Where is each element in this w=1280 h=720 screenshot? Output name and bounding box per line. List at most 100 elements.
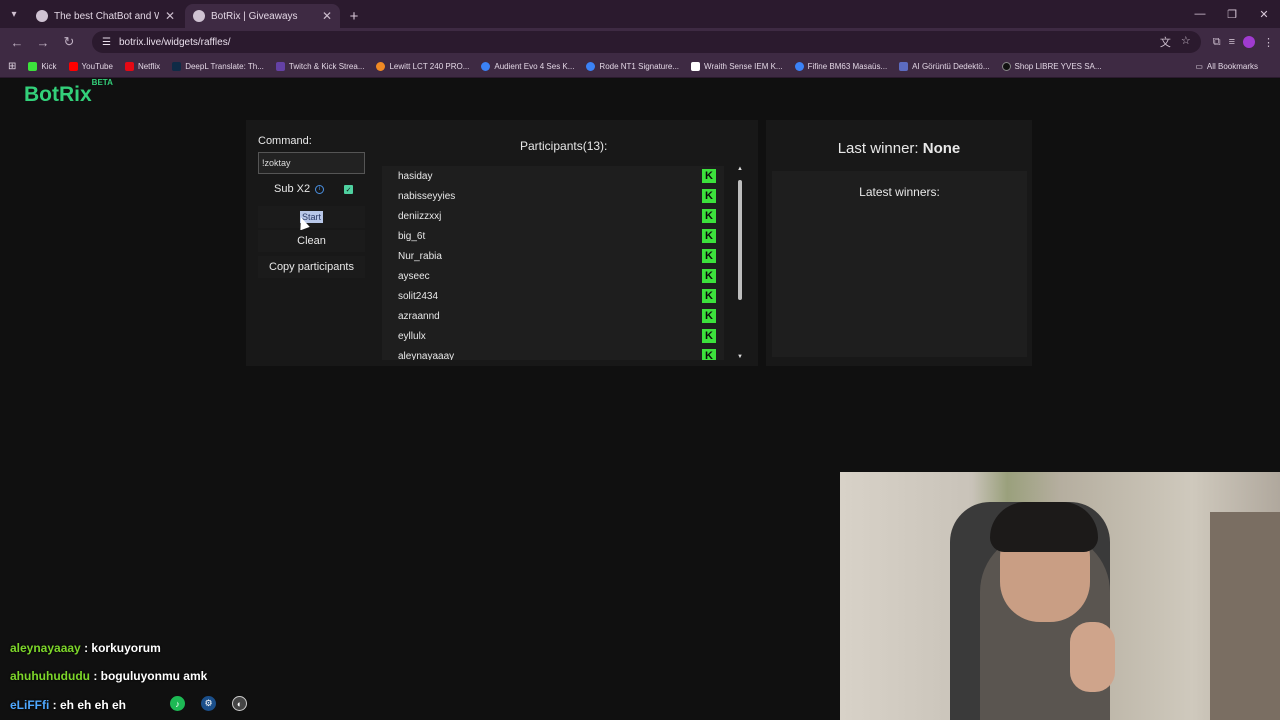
sub-x2-label: Sub X2 <box>274 183 311 195</box>
kick-icon: K <box>702 249 716 263</box>
info-icon[interactable]: i <box>315 184 325 194</box>
list-item[interactable]: eyllulx K <box>382 326 724 346</box>
browser-toolbar: ← → ↻ ☰ botrix.live/widgets/raffles/ 文 ☆… <box>0 28 1280 56</box>
folder-icon: ▭ <box>1195 62 1203 71</box>
bookmark-audient[interactable]: Audient Evo 4 Ses K... <box>481 62 574 71</box>
list-item[interactable]: ayseec K <box>382 266 724 286</box>
beta-badge: BETA <box>91 78 113 87</box>
deepl-icon <box>172 62 182 71</box>
minimize-icon[interactable]: — <box>1184 0 1216 28</box>
kick-icon: K <box>702 309 716 323</box>
apps-icon[interactable]: ⊞ <box>8 61 16 72</box>
kick-icon: K <box>702 269 716 283</box>
bookmark-netflix[interactable]: Netflix <box>124 62 160 71</box>
tab-title: BotRix | Giveaways <box>211 10 298 22</box>
taskbar-icons: ♪ ⚙ ◐ <box>170 696 247 711</box>
bookmark-libre[interactable]: Shop LIBRE YVES SA... <box>1001 62 1102 71</box>
shop-icon <box>1001 62 1011 71</box>
scroll-thumb[interactable] <box>738 180 742 300</box>
bookmark-fifine[interactable]: Fifine BM63 Masaüs... <box>794 62 887 71</box>
bookmarks-bar: ⊞ Kick YouTube Netflix DeepL Translate: … <box>0 56 1280 78</box>
command-label: Command: <box>258 135 312 147</box>
steam-icon[interactable]: ⚙ <box>201 696 216 711</box>
scroll-up-icon[interactable]: ▲ <box>736 166 744 172</box>
translate-icon[interactable]: 文 <box>1160 34 1171 50</box>
back-arrow-icon[interactable]: ← <box>6 31 28 53</box>
last-winner: Last winner: None <box>837 140 961 157</box>
kick-icon: K <box>702 289 716 303</box>
window-controls: — ❐ ✕ <box>1184 0 1280 28</box>
kick-icon <box>28 62 38 71</box>
new-tab-button[interactable]: + <box>342 4 366 28</box>
scroll-down-icon[interactable]: ▼ <box>736 354 744 360</box>
list-item[interactable]: nabisseyyies K <box>382 186 724 206</box>
botrix-logo[interactable]: BotRixBETA <box>24 78 113 107</box>
check-icon <box>794 62 804 71</box>
clean-button[interactable]: Clean <box>258 230 365 252</box>
participants-scrollbar[interactable]: ▲ ▼ <box>736 166 744 360</box>
bookmark-lewitt[interactable]: Lewitt LCT 240 PRO... <box>376 62 469 71</box>
tab-search-button[interactable]: ▾ <box>0 0 28 28</box>
raffle-panel: Command: Sub X2 i ✓ Start Clean Copy par… <box>246 120 758 366</box>
start-button[interactable]: Start <box>258 206 365 228</box>
shop-icon <box>376 62 386 71</box>
kick-icon: K <box>702 169 716 183</box>
bookmark-star-icon[interactable]: ☆ <box>1181 34 1191 50</box>
latest-winners-title: Latest winners: <box>859 185 940 199</box>
bookmark-rode[interactable]: Rode NT1 Signature... <box>586 62 679 71</box>
address-bar[interactable]: ☰ botrix.live/widgets/raffles/ 文 ☆ <box>92 31 1201 53</box>
latest-winners-box: Latest winners: <box>772 171 1027 357</box>
spotify-icon[interactable]: ♪ <box>170 696 185 711</box>
kick-icon: K <box>702 209 716 223</box>
close-window-icon[interactable]: ✕ <box>1248 0 1280 28</box>
youtube-icon <box>68 62 78 71</box>
webcam-hair <box>990 502 1098 552</box>
site-favicon-icon <box>193 10 205 22</box>
close-tab-icon[interactable]: ✕ <box>165 9 175 23</box>
check-icon <box>481 62 491 71</box>
bookmark-ai-detector[interactable]: AI Görüntü Dedektö... <box>899 62 990 71</box>
bookmark-twitch-kick[interactable]: Twitch & Kick Strea... <box>275 62 364 71</box>
url-text: botrix.live/widgets/raffles/ <box>118 36 231 48</box>
tab-strip: ▾ The best ChatBot and Widgets ✕ BotRix … <box>0 0 1280 28</box>
extensions-icon[interactable]: ⧉ <box>1213 36 1221 49</box>
list-item[interactable]: hasiday K <box>382 166 724 186</box>
participants-list[interactable]: hasiday K nabisseyyies K deniizzxxj K big_6… <box>382 166 724 360</box>
list-item[interactable]: big_6t K <box>382 226 724 246</box>
restore-icon[interactable]: ❐ <box>1216 0 1248 28</box>
list-item[interactable]: Nur_rabia K <box>382 246 724 266</box>
menu-icon[interactable]: ⋮ <box>1263 36 1274 49</box>
winners-panel: Last winner: None Latest winners: <box>766 120 1032 366</box>
list-item[interactable]: solit2434 K <box>382 286 724 306</box>
tab-giveaways[interactable]: BotRix | Giveaways ✕ <box>185 4 340 28</box>
chat-message: aleynayaaay : korkuyorum <box>10 641 161 655</box>
list-item[interactable]: aleynayaaay K <box>382 346 724 360</box>
check-icon <box>586 62 596 71</box>
list-item[interactable]: azraannd K <box>382 306 724 326</box>
reload-icon[interactable]: ↻ <box>58 31 80 53</box>
webcam-overlay <box>840 472 1280 720</box>
list-item[interactable]: deniizzxxj K <box>382 206 724 226</box>
all-bookmarks[interactable]: ▭ All Bookmarks <box>1195 62 1258 71</box>
bookmark-kick[interactable]: Kick <box>28 62 57 71</box>
kick-icon: K <box>702 329 716 343</box>
bookmark-wraith[interactable]: Wraith Sense IEM K... <box>691 62 783 71</box>
tab-chatbot[interactable]: The best ChatBot and Widgets ✕ <box>28 4 183 28</box>
command-input[interactable] <box>258 152 365 174</box>
sub-x2-checkbox[interactable]: ✓ <box>344 185 353 194</box>
bookmark-deepl[interactable]: DeepL Translate: Th... <box>172 62 264 71</box>
close-tab-icon[interactable]: ✕ <box>322 9 332 23</box>
participants-title: Participants(13): <box>520 139 608 153</box>
last-winner-value: None <box>922 140 961 157</box>
media-icon[interactable]: ≡ <box>1229 36 1235 48</box>
obs-icon[interactable]: ◐ <box>232 696 247 711</box>
bookmark-youtube[interactable]: YouTube <box>68 62 113 71</box>
page-content: BotRixBETA Command: Sub X2 i ✓ Start Cle… <box>0 78 1280 720</box>
webcam-hand <box>1070 622 1115 692</box>
chat-message: eLiFFfi : eh eh eh eh <box>10 698 127 712</box>
profile-avatar[interactable] <box>1243 36 1255 48</box>
forward-arrow-icon[interactable]: → <box>32 31 54 53</box>
kick-icon: K <box>702 349 716 360</box>
copy-participants-button[interactable]: Copy participants <box>258 256 365 278</box>
site-info-icon[interactable]: ☰ <box>102 37 111 48</box>
